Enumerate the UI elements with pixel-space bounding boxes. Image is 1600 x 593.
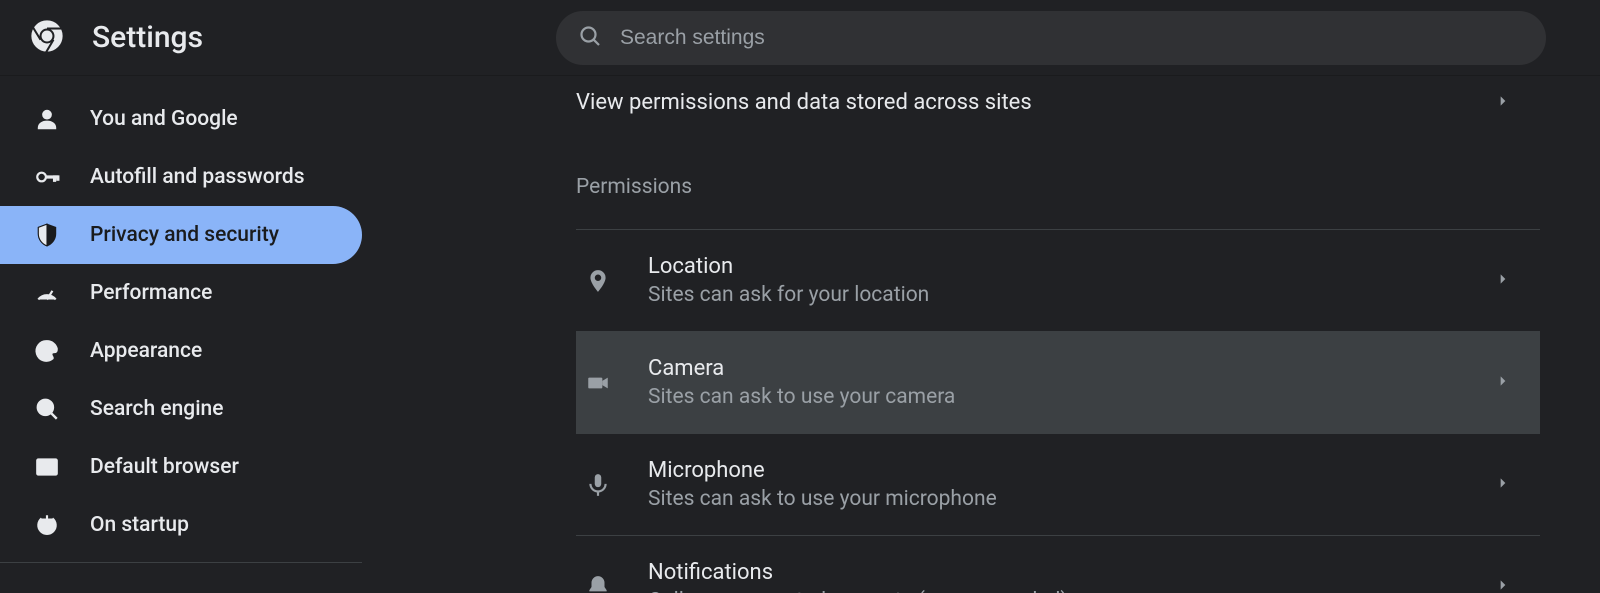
- sidebar-item-label: Performance: [90, 281, 212, 305]
- sidebar-item-performance[interactable]: Performance: [0, 264, 362, 322]
- sidebar-item-privacy[interactable]: Privacy and security: [0, 206, 362, 264]
- search-icon: [578, 24, 602, 52]
- sidebar-item-label: Privacy and security: [90, 223, 279, 247]
- sidebar-item-label: Search engine: [90, 397, 224, 421]
- permission-row-location[interactable]: Location Sites can ask for your location: [576, 229, 1540, 331]
- chevron-right-icon: [1496, 577, 1510, 593]
- microphone-icon: [576, 472, 620, 498]
- chevron-right-icon: [1496, 475, 1510, 494]
- app-header: Settings: [0, 0, 1600, 76]
- sidebar-item-label: Appearance: [90, 339, 202, 363]
- sidebar: You and Google Autofill and passwords Pr…: [0, 76, 362, 593]
- location-icon: [576, 268, 620, 294]
- row-title: Camera: [648, 356, 1468, 381]
- sidebar-divider: [0, 562, 362, 563]
- search-box[interactable]: [556, 11, 1546, 65]
- section-header-permissions: Permissions: [576, 145, 1540, 229]
- chevron-right-icon: [1496, 373, 1510, 392]
- row-title: Location: [648, 254, 1468, 279]
- main-content: View permissions and data stored across …: [362, 76, 1600, 593]
- page-title: Settings: [92, 20, 203, 55]
- row-title: Notifications: [648, 560, 1468, 585]
- sidebar-item-on-startup[interactable]: On startup: [0, 496, 362, 554]
- sidebar-item-label: Default browser: [90, 455, 239, 479]
- row-subtitle: Sites can ask for your location: [648, 283, 1468, 307]
- chrome-logo-icon: [30, 19, 64, 57]
- row-title: View permissions and data stored across …: [576, 90, 1468, 115]
- row-title: Microphone: [648, 458, 1468, 483]
- permission-row-camera[interactable]: Camera Sites can ask to use your camera: [576, 331, 1540, 433]
- chevron-right-icon: [1496, 271, 1510, 290]
- sidebar-item-label: Autofill and passwords: [90, 165, 305, 189]
- bell-icon: [576, 574, 620, 593]
- sidebar-item-label: You and Google: [90, 107, 238, 131]
- sidebar-item-default-browser[interactable]: Default browser: [0, 438, 362, 496]
- row-subtitle: Collapse unwanted requests (recommended): [648, 589, 1468, 593]
- row-subtitle: Sites can ask to use your microphone: [648, 487, 1468, 511]
- sidebar-item-label: On startup: [90, 513, 189, 537]
- row-view-all-site-data[interactable]: View permissions and data stored across …: [576, 76, 1540, 145]
- permission-row-microphone[interactable]: Microphone Sites can ask to use your mic…: [576, 433, 1540, 535]
- camera-icon: [576, 370, 620, 396]
- sidebar-item-you-and-google[interactable]: You and Google: [0, 90, 362, 148]
- chevron-right-icon: [1496, 93, 1510, 112]
- sidebar-item-search-engine[interactable]: Search engine: [0, 380, 362, 438]
- row-subtitle: Sites can ask to use your camera: [648, 385, 1468, 409]
- search-input[interactable]: [620, 26, 1524, 50]
- sidebar-item-appearance[interactable]: Appearance: [0, 322, 362, 380]
- sidebar-item-autofill[interactable]: Autofill and passwords: [0, 148, 362, 206]
- permission-row-notifications[interactable]: Notifications Collapse unwanted requests…: [576, 535, 1540, 593]
